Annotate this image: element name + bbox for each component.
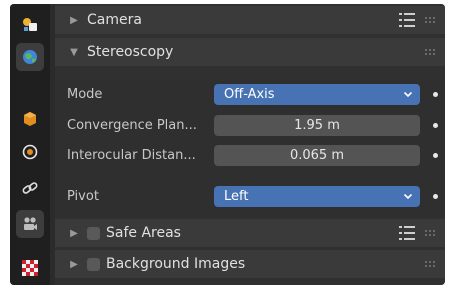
mode-dropdown[interactable]: Off-Axis [214,83,420,105]
camera-panel-title: Camera [87,12,142,28]
texture-icon [22,260,38,276]
drag-handle-icon[interactable] [425,15,437,25]
scene-icon [23,18,37,31]
world-tab[interactable] [16,43,44,71]
drag-handle-icon[interactable] [425,228,437,238]
interocular-row: Interocular Distan... 0.065 m [55,144,445,166]
stereoscopy-panel-header[interactable]: ▼ Stereoscopy [55,38,445,66]
safe-areas-checkbox[interactable] [87,226,100,240]
safe-areas-panel-title: Safe Areas [106,225,181,241]
physics-icon [22,144,38,160]
presets-list-icon[interactable] [399,226,415,240]
properties-panel-area: ▶ Camera ▼ Stereoscopy Mode Off-Axis Con… [55,4,445,285]
stereoscopy-panel-body: Mode Off-Axis Convergence Plan... 1.95 m… [55,81,445,217]
interocular-field[interactable]: 0.065 m [214,144,420,166]
convergence-row: Convergence Plan... 1.95 m [55,114,445,136]
pivot-dropdown[interactable]: Left [214,185,420,207]
pivot-value: Left [224,188,249,204]
background-images-panel-title: Background Images [106,256,246,272]
object-tab[interactable] [16,105,44,133]
interocular-label: Interocular Distan... [67,147,196,163]
presets-list-icon[interactable] [399,13,415,27]
pivot-row: Pivot Left [55,185,445,207]
background-images-panel-header[interactable]: ▶ Background Images [55,250,445,278]
animate-property-dot[interactable] [433,153,438,158]
physics-tab[interactable] [16,138,44,166]
convergence-label: Convergence Plan... [67,117,197,133]
mode-value: Off-Axis [224,86,275,102]
pivot-label: Pivot [67,188,99,204]
camera-data-tab[interactable] [16,210,44,238]
mode-label: Mode [67,86,103,102]
chevron-right-icon: ▶ [70,258,78,270]
constraint-icon [22,182,38,194]
object-icon [24,112,36,126]
chevron-down-icon [403,91,413,97]
drag-handle-icon[interactable] [425,47,437,57]
camera-panel-header[interactable]: ▶ Camera [55,6,445,34]
animate-property-dot[interactable] [433,92,438,97]
animate-property-dot[interactable] [433,123,438,128]
background-images-checkbox[interactable] [87,257,100,271]
convergence-value: 1.95 m [294,117,340,133]
chevron-down-icon [403,193,413,199]
camera-icon [24,217,37,230]
stereoscopy-panel-title: Stereoscopy [87,44,174,60]
chevron-right-icon: ▶ [70,14,78,26]
texture-tab[interactable] [16,254,44,282]
chevron-right-icon: ▶ [70,227,78,239]
world-icon [23,50,37,64]
properties-editor: ▶ Camera ▼ Stereoscopy Mode Off-Axis Con… [10,4,445,285]
constraints-tab[interactable] [16,174,44,202]
animate-property-dot[interactable] [433,194,438,199]
drag-handle-icon[interactable] [425,259,437,269]
chevron-down-icon: ▼ [70,46,78,58]
convergence-field[interactable]: 1.95 m [214,114,420,136]
scene-tab[interactable] [16,10,44,38]
safe-areas-panel-header[interactable]: ▶ Safe Areas [55,219,445,247]
mode-row: Mode Off-Axis [55,83,445,105]
interocular-value: 0.065 m [289,147,344,163]
properties-tab-bar [10,4,50,285]
